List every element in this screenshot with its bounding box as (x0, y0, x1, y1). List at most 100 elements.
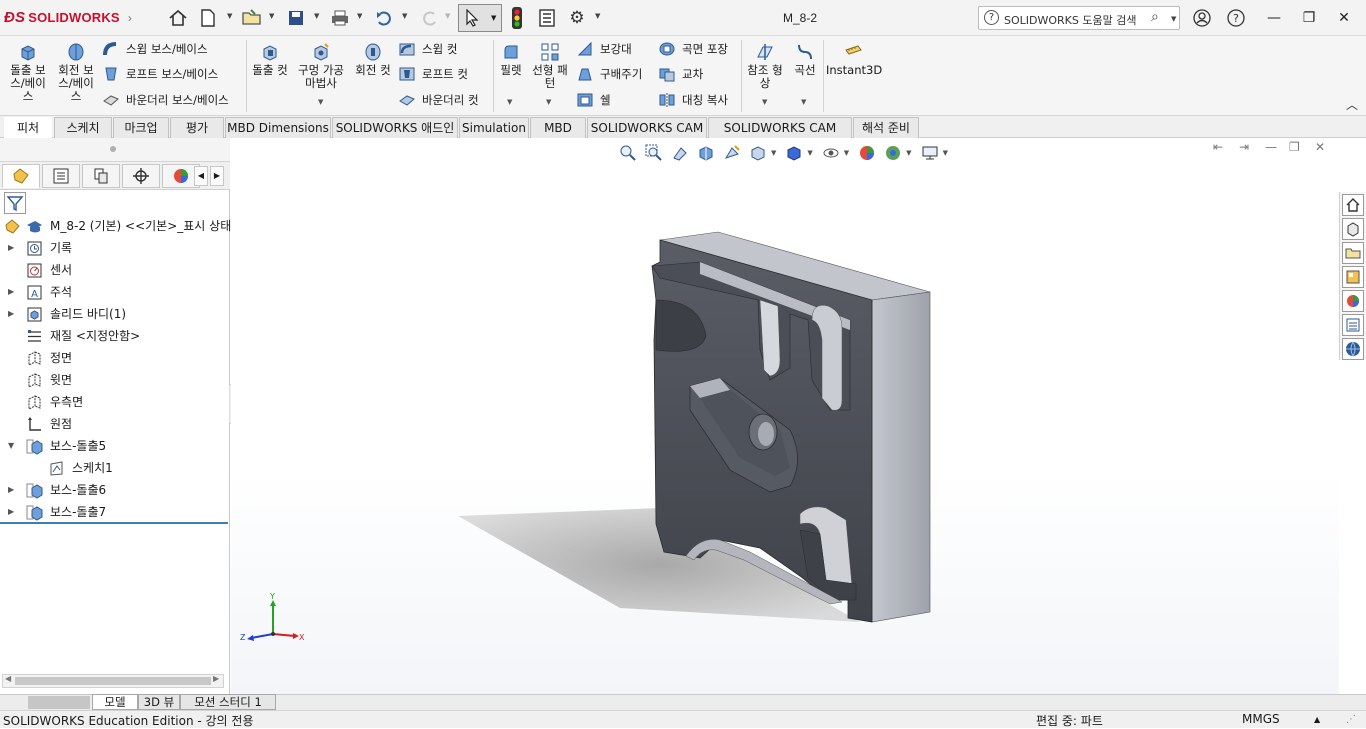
tabs-scroll-right-icon[interactable]: ▶ (210, 166, 224, 186)
home-icon[interactable] (166, 6, 190, 30)
search-input[interactable]: SOLIDWORKS 도움말 검색 (1004, 12, 1136, 28)
undo-icon[interactable] (372, 6, 396, 30)
solidworks-forum-globe-icon[interactable] (1342, 338, 1364, 360)
sweep-boss-button[interactable]: 스윕 보스/베이스 (102, 40, 208, 58)
reference-geometry-button[interactable]: 참조 형상 (744, 42, 786, 90)
revolve-boss-button[interactable]: 회전 보스/베이스 (54, 42, 98, 103)
expand-arrow-icon[interactable]: ▶ (8, 237, 14, 259)
tree-item-material[interactable]: 재질 <지정안함> (0, 325, 228, 347)
collapse-arrow-icon[interactable]: ▼ (8, 435, 14, 457)
scrollbar-thumb[interactable] (15, 677, 211, 685)
resize-grip-icon[interactable]: ⋰ (1346, 714, 1356, 725)
open-folder-icon[interactable] (240, 6, 264, 30)
hole-wizard-button[interactable]: 구멍 가공 마법사 (296, 42, 346, 90)
chevron-down-icon[interactable]: ▼ (357, 12, 362, 20)
chevron-down-icon[interactable]: ▼ (445, 12, 450, 20)
dimxpert-manager-tab[interactable] (122, 164, 160, 188)
chevron-down-icon[interactable]: ▼ (595, 12, 600, 20)
boundary-boss-button[interactable]: 바운더리 보스/베이스 (102, 91, 229, 109)
tab-navigation-arrows[interactable] (28, 696, 90, 709)
boundary-cut-button[interactable]: 바운더리 컷 (398, 91, 479, 109)
rib-button[interactable]: 보강대 (576, 40, 632, 58)
chevron-down-icon[interactable]: ▼ (318, 98, 323, 106)
file-explorer-folder-icon[interactable] (1342, 242, 1364, 264)
chevron-down-icon[interactable]: ▼ (227, 12, 232, 20)
chevron-down-icon[interactable]: ▼ (546, 98, 551, 106)
tree-item-sketch[interactable]: 스케치1 (0, 457, 228, 479)
close-icon[interactable]: ✕ (1330, 6, 1358, 30)
solidworks-logo[interactable]: ƉS SOLIDWORKS › (4, 9, 132, 26)
fillet-button[interactable]: 필렛 (497, 42, 525, 77)
rebuild-traffic-light-icon[interactable] (505, 6, 529, 30)
minimize-icon[interactable]: — (1260, 6, 1288, 30)
feature-manager-tab[interactable] (2, 164, 40, 188)
chevron-down-icon[interactable]: ▼ (269, 12, 274, 20)
help-search-box[interactable]: ? SOLIDWORKS 도움말 검색 ⌕ ▼ (978, 6, 1180, 30)
design-library-icon[interactable] (1342, 218, 1364, 240)
select-tool-button[interactable]: ▼ (458, 4, 502, 32)
loft-boss-button[interactable]: 로프트 보스/베이스 (102, 65, 218, 83)
solidworks-resources-home-icon[interactable] (1342, 194, 1364, 216)
tree-item-annotation[interactable]: ▶ A 주석 (0, 281, 228, 303)
configuration-manager-tab[interactable] (82, 164, 120, 188)
drag-handle-icon[interactable] (110, 146, 116, 152)
intersect-button[interactable]: 교차 (658, 65, 703, 83)
chevron-down-icon[interactable]: ▼ (1171, 15, 1176, 23)
tab-model[interactable]: 모델 (92, 694, 138, 710)
curves-button[interactable]: 곡선 (790, 42, 820, 77)
tab-3d-view[interactable]: 3D 뷰 (138, 694, 180, 710)
tree-item-extrude-feature[interactable]: ▶ 보스-돌출7 (0, 501, 228, 523)
expand-arrow-icon[interactable]: ▶ (8, 479, 14, 501)
new-document-icon[interactable] (196, 6, 220, 30)
options-gear-icon[interactable]: ⚙ (565, 6, 589, 30)
mirror-button[interactable]: 대칭 복사 (658, 91, 728, 109)
property-manager-tab[interactable] (42, 164, 80, 188)
tree-item-extrude-feature[interactable]: ▶ 보스-돌출6 (0, 479, 228, 501)
extrude-boss-button[interactable]: 돌출 보스/베이스 (6, 42, 50, 103)
tab-mbd[interactable]: MBD (530, 117, 586, 138)
tab-mbd-dimensions[interactable]: MBD Dimensions (225, 117, 331, 138)
revolve-cut-button[interactable]: 회전 컷 (352, 42, 394, 77)
tab-motion-study[interactable]: 모션 스터디 1 (180, 694, 276, 710)
part-model-render[interactable] (231, 138, 1339, 694)
search-icon[interactable]: ⌕ (1151, 9, 1159, 25)
tab-solidworks-addins[interactable]: SOLIDWORKS 애드인 (332, 117, 458, 138)
tree-item-plane[interactable]: 정면 (0, 347, 228, 369)
tree-horizontal-scrollbar[interactable]: ◀ ▶ (2, 674, 224, 688)
scroll-left-icon[interactable]: ◀ (5, 674, 11, 683)
expand-arrow-icon[interactable]: ▶ (8, 281, 14, 303)
scroll-right-icon[interactable]: ▶ (213, 674, 219, 683)
draft-button[interactable]: 구배주기 (576, 65, 642, 83)
tree-item-plane[interactable]: 우측면 (0, 391, 228, 413)
chevron-down-icon[interactable]: ▼ (314, 12, 319, 20)
view-palette-icon[interactable] (1342, 266, 1364, 288)
tabs-scroll-left-icon[interactable]: ◀ (194, 166, 208, 186)
sweep-cut-button[interactable]: 스윕 컷 (398, 40, 457, 58)
tree-root-part[interactable]: M_8-2 (기본) <<기본>_표시 상태 (0, 215, 231, 237)
chevron-down-icon[interactable]: ▼ (507, 98, 512, 106)
linear-pattern-button[interactable]: 선형 패턴 (530, 42, 570, 90)
tab-markup[interactable]: 마크업 (113, 117, 169, 138)
chevron-down-icon[interactable]: ▼ (801, 98, 806, 106)
unit-system-button[interactable]: MMGS (1242, 712, 1280, 726)
tree-item-solid-body[interactable]: ▶ 솔리드 바디(1) (0, 303, 228, 325)
help-icon[interactable]: ? (1222, 6, 1250, 30)
save-icon[interactable] (284, 6, 308, 30)
chevron-down-icon[interactable]: ▼ (491, 14, 496, 22)
shell-button[interactable]: 쉘 (576, 91, 611, 109)
tree-item-origin[interactable]: 원점 (0, 413, 228, 435)
wrap-button[interactable]: 곡면 포장 (658, 40, 728, 58)
custom-properties-icon[interactable] (1342, 314, 1364, 336)
chevron-up-icon[interactable]: ▲ (1314, 715, 1320, 724)
tree-item-extrude-feature[interactable]: ▼ 보스-돌출5 (0, 435, 228, 457)
tab-solidworks-cam[interactable]: SOLIDWORKS CAM (587, 117, 707, 138)
collapse-ribbon-icon[interactable]: ︿ (1346, 96, 1358, 113)
tab-evaluate[interactable]: 평가 (170, 117, 224, 138)
file-properties-icon[interactable] (535, 6, 559, 30)
tab-simulation[interactable]: Simulation (459, 117, 529, 138)
loft-cut-button[interactable]: 로프트 컷 (398, 65, 468, 83)
tree-item-plane[interactable]: 윗면 (0, 369, 228, 391)
chevron-down-icon[interactable]: ▼ (762, 98, 767, 106)
tree-item-history[interactable]: ▶ 기록 (0, 237, 228, 259)
tab-analysis-prep[interactable]: 해석 준비 (853, 117, 919, 138)
